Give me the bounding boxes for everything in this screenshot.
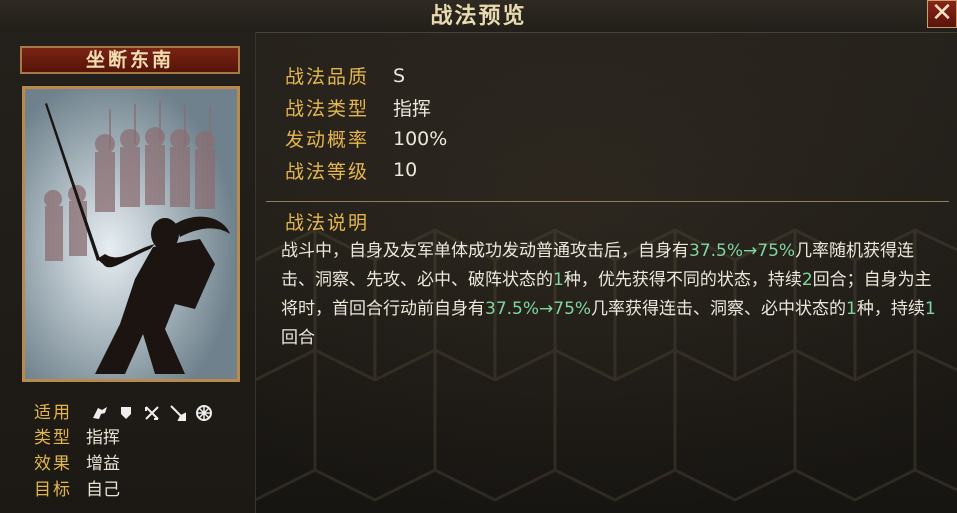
desc-highlight: 1 xyxy=(924,299,936,319)
title-bar: 战法预览 ✕ xyxy=(0,0,957,33)
attr-label: 战法类型 xyxy=(285,97,370,120)
cavalry-icon xyxy=(93,407,108,419)
attr-label: 发动概率 xyxy=(285,129,370,152)
attr-quality: 战法品质 S xyxy=(285,60,447,92)
description-heading: 战法说明 xyxy=(285,212,370,234)
skill-name-banner: 坐断东南 xyxy=(20,46,240,74)
attr-value: 指挥 xyxy=(393,97,432,120)
type-value: 指挥 xyxy=(86,428,120,448)
target-row: 目标 自己 xyxy=(34,475,120,500)
siege-icon xyxy=(196,405,213,421)
effect-label: 效果 xyxy=(34,454,72,474)
apply-label: 适用 xyxy=(34,403,72,423)
attr-probability: 发动概率 100% xyxy=(285,123,447,155)
desc-part: 几率获得连击、洞察、必中状态的 xyxy=(591,299,847,319)
desc-highlight: 37.5%→75% xyxy=(689,241,796,261)
attr-label: 战法品质 xyxy=(285,66,370,89)
desc-part: 种，优先获得不同的状态，持续 xyxy=(563,270,802,290)
skill-artwork xyxy=(22,86,240,382)
effect-row: 效果 增益 xyxy=(34,449,120,474)
attr-value: S xyxy=(393,64,406,87)
shield-icon xyxy=(121,407,132,419)
close-button[interactable]: ✕ xyxy=(927,0,957,28)
type-label: 类型 xyxy=(34,428,72,448)
attr-type: 战法类型 指挥 xyxy=(285,92,447,124)
page-title: 战法预览 xyxy=(430,4,527,29)
archer-icon xyxy=(145,406,160,420)
desc-highlight: 2 xyxy=(801,270,813,290)
type-row: 类型 指挥 xyxy=(34,423,120,448)
desc-highlight: 1 xyxy=(553,270,564,290)
spear-icon xyxy=(170,405,187,421)
attr-label: 战法等级 xyxy=(285,160,370,183)
desc-part: 种，持续 xyxy=(856,299,925,319)
attribute-list: 战法品质 S 战法类型 指挥 发动概率 100% 战法等级 10 xyxy=(285,60,447,186)
desc-highlight: 37.5%→75% xyxy=(485,299,592,319)
apply-row: 适用 xyxy=(34,398,213,423)
desc-part: 回合 xyxy=(281,328,315,348)
target-value: 自己 xyxy=(86,480,120,500)
desc-part: 战斗中，自身及友军单体成功发动普通攻击后，自身有 xyxy=(281,241,689,261)
description-text: 战斗中，自身及友军单体成功发动普通攻击后，自身有37.5%→75%几率随机获得连… xyxy=(281,237,941,353)
attr-value: 10 xyxy=(393,159,418,182)
attr-value: 100% xyxy=(393,127,448,150)
desc-highlight: 1 xyxy=(846,299,857,319)
divider xyxy=(266,201,949,202)
target-label: 目标 xyxy=(34,480,72,500)
warrior-silhouette-icon xyxy=(25,89,237,379)
effect-value: 增益 xyxy=(86,454,120,474)
attr-level: 战法等级 10 xyxy=(285,155,447,187)
